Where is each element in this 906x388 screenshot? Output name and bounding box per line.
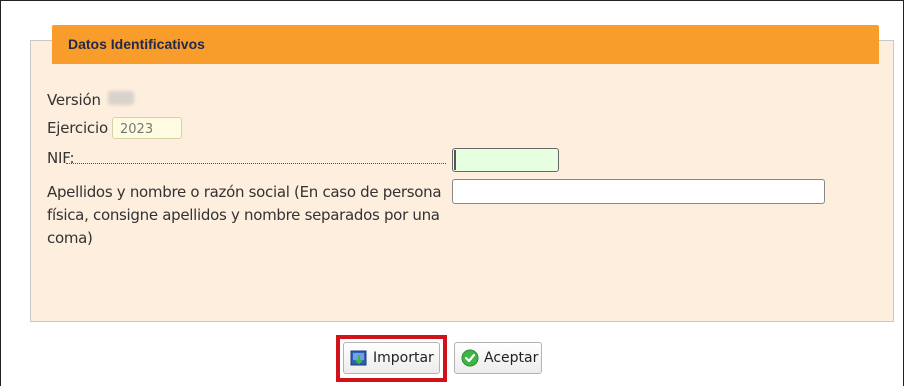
aceptar-button[interactable]: Aceptar (454, 342, 542, 374)
import-icon (350, 349, 368, 367)
panel-border-right (879, 40, 894, 41)
nif-leader-dots (66, 163, 446, 164)
version-value-redacted (108, 91, 134, 105)
check-circle-icon (461, 349, 479, 367)
aceptar-label: Aceptar (484, 350, 539, 366)
section-title: Datos Identificativos (68, 36, 205, 52)
apellidos-input[interactable] (452, 179, 825, 204)
ejercicio-label: Ejercicio (47, 119, 108, 137)
importar-label: Importar (373, 350, 434, 366)
importar-button[interactable]: Importar (343, 342, 440, 374)
section-header: Datos Identificativos (52, 25, 879, 64)
apellidos-label: Apellidos y nombre o razón social (En ca… (47, 183, 442, 247)
nif-text-cursor (454, 150, 456, 170)
version-label: Versión (47, 91, 101, 109)
nif-input[interactable] (452, 148, 559, 172)
panel-border-left (30, 40, 52, 41)
nif-label: NIF: (47, 149, 75, 167)
ejercicio-value: 2023 (112, 117, 182, 139)
